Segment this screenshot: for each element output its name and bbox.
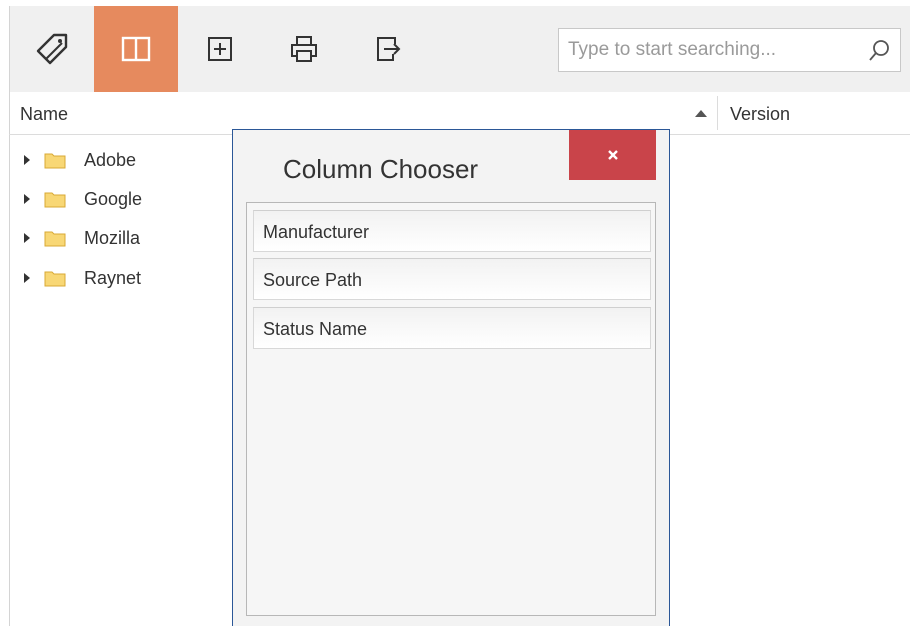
- print-button[interactable]: [262, 6, 346, 92]
- column-header-version[interactable]: Version: [730, 104, 790, 125]
- tree-row[interactable]: Adobe: [24, 144, 136, 176]
- tree-label: Mozilla: [84, 227, 141, 248]
- column-item-label: Manufacturer: [263, 222, 370, 242]
- column-item-source-path[interactable]: Source Path: [253, 258, 651, 300]
- grid-left-border: [9, 92, 10, 626]
- search-icon[interactable]: [868, 39, 890, 63]
- export-button[interactable]: [346, 6, 430, 92]
- export-icon: [377, 37, 401, 61]
- folder-icon: [44, 231, 66, 246]
- column-chooser-button[interactable]: [94, 6, 178, 92]
- expand-arrow-icon[interactable]: [24, 155, 30, 165]
- expand-arrow-icon[interactable]: [24, 273, 30, 283]
- column-item-status-name[interactable]: Status Name: [253, 307, 651, 349]
- folder-icon: [44, 271, 66, 286]
- folder-icon: [44, 192, 66, 207]
- toolbar: [9, 6, 910, 92]
- dialog-title: Column Chooser: [283, 154, 479, 184]
- plus-square-icon: [208, 37, 232, 61]
- expand-arrow-icon[interactable]: [24, 194, 30, 204]
- column-header-name[interactable]: Name: [20, 104, 68, 125]
- column-item-label: Status Name: [263, 319, 368, 339]
- tag-icon: [36, 33, 68, 65]
- printer-icon: [291, 36, 317, 62]
- column-list: Manufacturer Source Path Status Name: [246, 202, 656, 616]
- close-button[interactable]: [569, 130, 656, 180]
- expand-button[interactable]: [178, 6, 262, 92]
- tree-row[interactable]: Raynet: [24, 262, 141, 294]
- tree-label: Raynet: [84, 267, 142, 288]
- sort-ascending-icon[interactable]: [695, 110, 707, 117]
- tag-button[interactable]: [10, 6, 94, 92]
- tree-label: Google: [84, 188, 143, 209]
- close-icon: [607, 150, 618, 160]
- tree-row[interactable]: Mozilla: [24, 222, 140, 254]
- search-box: [558, 28, 901, 72]
- tree-row[interactable]: Google: [24, 183, 142, 215]
- folder-icon: [44, 153, 66, 168]
- column-item-label: Source Path: [263, 270, 363, 290]
- columns-icon: [121, 36, 151, 62]
- tree-label: Adobe: [84, 149, 137, 170]
- expand-arrow-icon[interactable]: [24, 233, 30, 243]
- column-chooser-dialog: Column Chooser Manufacturer Source Path …: [232, 129, 670, 626]
- search-input[interactable]: [559, 29, 849, 71]
- column-item-manufacturer[interactable]: Manufacturer: [253, 210, 651, 252]
- column-separator[interactable]: [717, 96, 718, 130]
